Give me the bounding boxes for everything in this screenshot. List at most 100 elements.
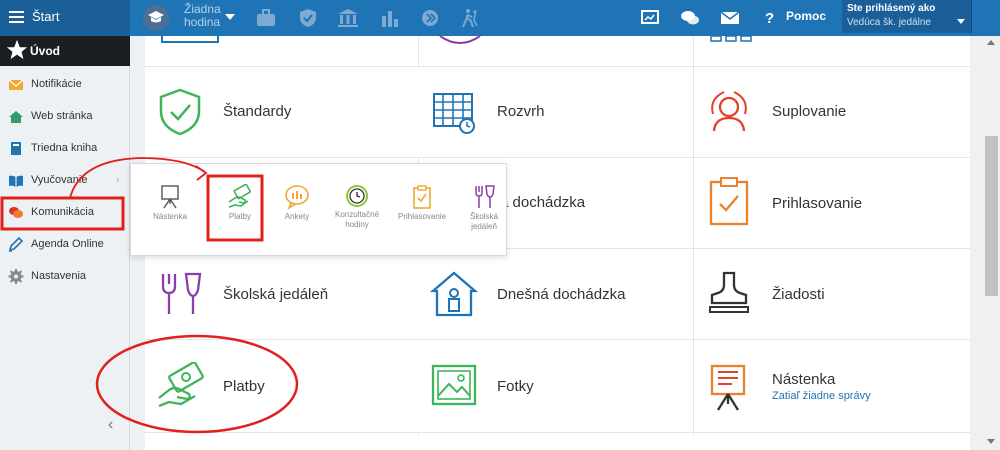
calendar-icon bbox=[433, 93, 475, 134]
tile-sublabel[interactable]: Zatiaľ žiadne správy bbox=[772, 390, 871, 402]
scroll-thumb[interactable] bbox=[985, 136, 998, 296]
walk-icon[interactable] bbox=[459, 8, 481, 28]
tile-skolska-jedalen[interactable]: Školská jedáleň bbox=[145, 249, 419, 339]
chat-bubbles-icon bbox=[9, 207, 23, 218]
help-label[interactable]: Pomoc bbox=[786, 9, 826, 23]
cutlery-icon bbox=[475, 185, 495, 208]
tile-label: Rozvrh bbox=[497, 103, 545, 120]
sidebar-item-label: Vyučovanie bbox=[31, 174, 88, 186]
start-menu[interactable]: Štart bbox=[0, 0, 130, 36]
institution-icon[interactable] bbox=[337, 8, 359, 28]
sidebar-item-web-stranka[interactable]: Web stránka bbox=[0, 102, 130, 130]
gear-icon bbox=[8, 269, 24, 284]
tile-label: Platby bbox=[223, 378, 265, 395]
lesson-line2: hodina bbox=[184, 15, 221, 29]
tile-label: Suplovanie bbox=[772, 103, 847, 120]
sidebar-item-agenda-online[interactable]: Agenda Online bbox=[0, 230, 130, 258]
sidebar-item-vyucovanie[interactable]: Vyučovanie › bbox=[0, 166, 130, 194]
tile-ziadosti[interactable]: Žiadosti bbox=[694, 249, 968, 339]
sidebar-item-notifikacie[interactable]: Notifikácie bbox=[0, 70, 130, 98]
tile-nastenka[interactable]: Nástenka Zatiaľ žiadne správy bbox=[694, 340, 968, 432]
divider bbox=[145, 432, 970, 433]
easel-icon bbox=[161, 185, 179, 209]
hamburger-icon[interactable] bbox=[9, 11, 24, 23]
tile-label: Fotky bbox=[497, 378, 534, 395]
tile-label: Žiadosti bbox=[772, 286, 825, 303]
help-icon[interactable]: ? bbox=[763, 8, 777, 28]
clipboard-check-icon bbox=[709, 177, 749, 226]
tile-rozvrh[interactable]: Rozvrh bbox=[419, 67, 693, 157]
flyout-label: Platby bbox=[228, 212, 252, 221]
tile-label: Dnešná dochádzka bbox=[497, 286, 626, 303]
tile-prihlasovanie[interactable]: Prihlasovanie bbox=[694, 158, 968, 248]
user-menu[interactable]: Ste prihlásený ako Vedúca šk. jedálne bbox=[842, 0, 972, 33]
open-book-icon bbox=[9, 175, 23, 187]
sidebar-item-label: Komunikácia bbox=[31, 206, 94, 218]
shield-icon[interactable] bbox=[297, 8, 319, 28]
flyout-label-line1: Školská bbox=[469, 212, 498, 221]
tile-label: Štandardy bbox=[223, 103, 292, 120]
stamp-icon bbox=[709, 271, 749, 313]
briefcase-icon[interactable] bbox=[255, 8, 277, 28]
user-swap-icon bbox=[711, 91, 747, 132]
graduation-cap-icon[interactable] bbox=[143, 5, 169, 31]
tile-label: Nástenka bbox=[772, 371, 836, 388]
user-logged-in-label: Ste prihlásený ako bbox=[847, 3, 936, 14]
tile-standardy[interactable]: Štandardy bbox=[145, 67, 419, 157]
flyout-label-line2: hodiny bbox=[345, 220, 369, 229]
envelope-icon bbox=[8, 79, 24, 90]
lesson-selector[interactable]: Žiadna hodina bbox=[184, 3, 221, 29]
clipboard-icon bbox=[413, 185, 431, 209]
sidebar-item-label: Triedna kniha bbox=[31, 142, 98, 154]
tile-dnesna-dochadzka[interactable]: Dnešná dochádzka bbox=[419, 249, 693, 339]
sidebar-header-label: Úvod bbox=[30, 44, 60, 58]
cutlery-icon bbox=[161, 272, 202, 314]
collapse-sidebar-button[interactable]: ‹ bbox=[108, 416, 113, 434]
partial-icon bbox=[161, 36, 219, 43]
flyout-item-konzultacne-hodiny[interactable]: Konzultačné hodiny bbox=[326, 172, 388, 230]
user-role: Vedúca šk. jedálne bbox=[847, 17, 931, 28]
sidebar-item-nastavenia[interactable]: Nastavenia bbox=[0, 262, 130, 290]
svg-text:?: ? bbox=[765, 10, 774, 27]
scrollbar[interactable] bbox=[983, 36, 1000, 450]
tile-fotky[interactable]: Fotky bbox=[419, 340, 693, 432]
bar-chart-icon[interactable] bbox=[379, 8, 401, 28]
scroll-up-arrow-icon[interactable] bbox=[987, 40, 995, 45]
cast-icon[interactable] bbox=[639, 8, 661, 28]
flyout-label-line2: jedáleň bbox=[471, 222, 497, 231]
flyout-item-prihlasovanie[interactable]: Prihlasovanie bbox=[391, 172, 453, 222]
tile-platby[interactable]: Platby bbox=[145, 340, 419, 432]
tile-label: Prihlasovanie bbox=[772, 195, 863, 212]
start-label[interactable]: Štart bbox=[32, 9, 59, 24]
tile-suplovanie[interactable]: Suplovanie bbox=[694, 67, 968, 157]
flyout-label: Ankety bbox=[284, 212, 310, 221]
sidebar-item-triedna-kniha[interactable]: Triedna kniha bbox=[0, 134, 130, 162]
speed-icon[interactable] bbox=[419, 8, 441, 28]
chevron-down-icon[interactable] bbox=[225, 14, 235, 20]
image-icon bbox=[431, 364, 477, 406]
flyout-item-nastenka[interactable]: Nástenka bbox=[139, 172, 201, 222]
flyout-item-ankety[interactable]: Ankety bbox=[266, 172, 328, 222]
poll-icon bbox=[285, 185, 309, 210]
flyout-label: Prihlasovanie bbox=[397, 212, 447, 221]
pencil-icon bbox=[8, 237, 24, 252]
sidebar-item-komunikacia[interactable]: Komunikácia bbox=[0, 198, 130, 226]
easel-icon bbox=[710, 364, 746, 411]
sidebar: Úvod Notifikácie Web stránka Triedna kni… bbox=[0, 36, 130, 450]
home-person-icon bbox=[429, 271, 479, 317]
chevron-right-icon: › bbox=[116, 174, 120, 186]
top-bar: Štart Žiadna hodina ? Pomoc Ste prihláse… bbox=[0, 0, 1000, 36]
sidebar-item-uvod[interactable]: Úvod bbox=[0, 36, 130, 66]
flyout-item-platby[interactable]: Platby bbox=[209, 172, 271, 222]
partial-icon bbox=[710, 36, 752, 42]
scroll-down-arrow-icon[interactable] bbox=[987, 439, 995, 444]
shield-check-icon bbox=[159, 88, 201, 136]
money-hand-icon bbox=[158, 362, 204, 408]
tile-label: Školská jedáleň bbox=[223, 286, 329, 303]
chevron-down-icon[interactable] bbox=[957, 19, 965, 24]
chat-icon[interactable] bbox=[679, 8, 701, 28]
flyout-item-skolska-jedalen[interactable]: Školská jedáleň bbox=[453, 172, 515, 232]
book-icon bbox=[11, 142, 21, 155]
home-icon bbox=[9, 111, 23, 123]
mail-icon[interactable] bbox=[719, 8, 741, 28]
